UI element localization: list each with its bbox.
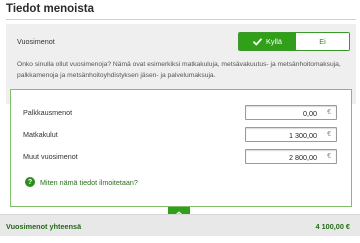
field-value: 0,00 — [303, 109, 317, 118]
checkmark-icon — [253, 37, 262, 46]
total-value: 4 100,00 € — [315, 222, 351, 231]
question-row: Vuosimenot Kyllä Ei — [6, 24, 356, 58]
question-circle-icon: ? — [25, 177, 35, 187]
help-link-text: Miten nämä tiedot ilmoitetaan? — [40, 177, 138, 187]
field-row-palkkausmenot: Palkkausmenot 0,00 € — [23, 105, 337, 120]
total-bar: Vuosimenot yhteensä 4 100,00 € — [0, 214, 360, 236]
field-label: Palkkausmenot — [23, 108, 73, 117]
title-divider — [6, 19, 356, 20]
no-button[interactable]: Ei — [296, 33, 349, 50]
no-label: Ei — [319, 37, 326, 46]
currency-label: € — [327, 153, 331, 160]
yes-button[interactable]: Kyllä — [239, 33, 296, 50]
matkakulut-input[interactable]: 1 300,00 € — [245, 127, 337, 142]
field-value: 2 800,00 — [289, 153, 317, 162]
expenses-panel: Palkkausmenot 0,00 € Matkakulut 1 300,00… — [10, 89, 352, 207]
field-label: Muut vuosimenot — [23, 152, 78, 161]
yes-no-toggle[interactable]: Kyllä Ei — [238, 32, 350, 51]
currency-label: € — [327, 131, 331, 138]
muut-vuosimenot-input[interactable]: 2 800,00 € — [245, 149, 337, 164]
field-row-muut-vuosimenot: Muut vuosimenot 2 800,00 € — [23, 149, 337, 164]
total-label: Vuosimenot yhteensä — [6, 222, 82, 231]
yes-label: Kyllä — [265, 37, 283, 46]
page-title: Tiedot menoista — [6, 3, 94, 15]
field-label: Matkakulut — [23, 130, 58, 139]
question-label: Vuosimenot — [17, 37, 55, 46]
field-value: 1 300,00 — [289, 131, 317, 140]
help-link[interactable]: ? Miten nämä tiedot ilmoitetaan? — [25, 177, 138, 187]
help-text: Onko sinulla ollut vuosimenoja? Nämä ova… — [17, 61, 341, 79]
field-row-matkakulut: Matkakulut 1 300,00 € — [23, 127, 337, 142]
currency-label: € — [327, 109, 331, 116]
palkkausmenot-input[interactable]: 0,00 € — [245, 105, 337, 120]
